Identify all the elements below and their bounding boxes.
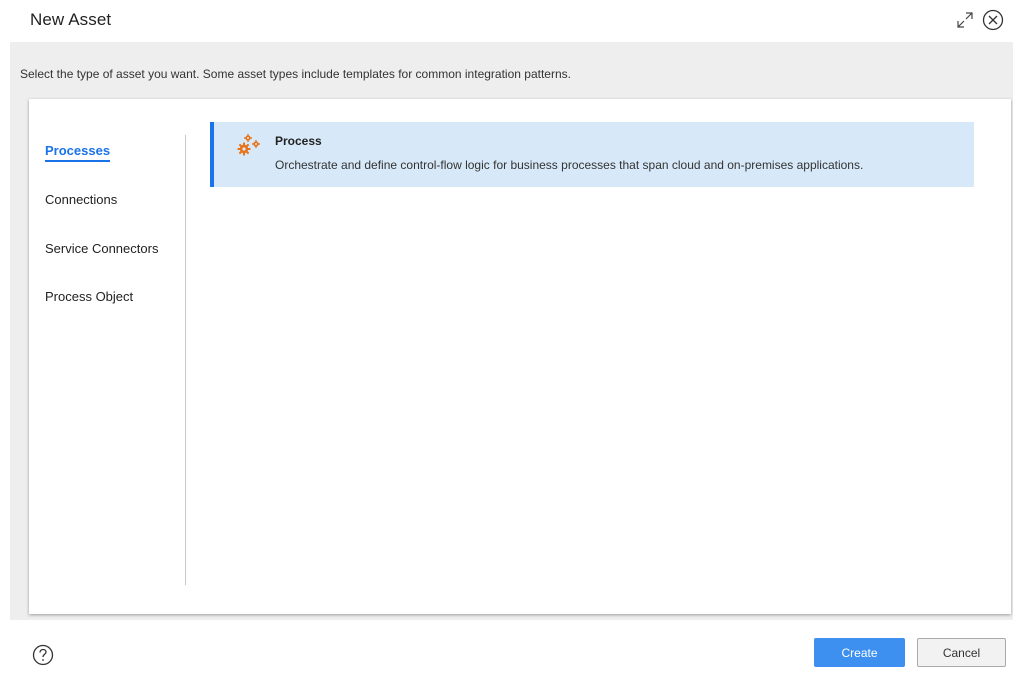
asset-type-panel: Processes Connections Service Connectors… [29, 99, 1011, 614]
close-icon [982, 9, 1004, 31]
dialog-title: New Asset [30, 10, 112, 29]
help-button[interactable] [32, 644, 54, 666]
help-icon [32, 644, 54, 666]
asset-card-process[interactable]: Process Orchestrate and define control-f… [210, 122, 974, 187]
instruction-text: Select the type of asset you want. Some … [20, 67, 571, 81]
gears-icon [236, 133, 262, 157]
cancel-button[interactable]: Cancel [917, 638, 1006, 667]
category-divider [185, 135, 186, 585]
category-service-connectors[interactable]: Service Connectors [45, 241, 158, 256]
dialog-header: New Asset [0, 0, 1013, 42]
create-button[interactable]: Create [814, 638, 905, 667]
category-connections[interactable]: Connections [45, 192, 117, 207]
close-button[interactable] [982, 9, 1004, 31]
asset-name: Process [275, 134, 322, 148]
category-list: Processes Connections Service Connectors… [29, 99, 186, 614]
category-process-object[interactable]: Process Object [45, 289, 133, 304]
expand-icon [957, 12, 973, 28]
dialog-footer: Create Cancel [0, 620, 1013, 675]
expand-button[interactable] [955, 10, 975, 30]
asset-description: Orchestrate and define control-flow logi… [275, 158, 864, 172]
category-processes[interactable]: Processes [45, 143, 111, 162]
